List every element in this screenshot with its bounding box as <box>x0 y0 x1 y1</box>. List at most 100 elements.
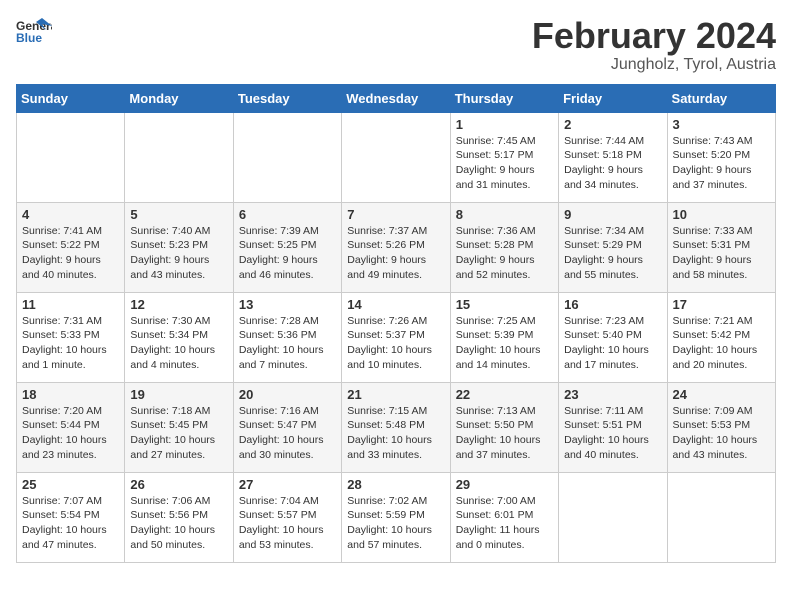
day-cell: 20 Sunrise: 7:16 AM Sunset: 5:47 PM Dayli… <box>233 382 341 472</box>
day-info: Sunrise: 7:11 AM Sunset: 5:51 PM Dayligh… <box>564 404 661 463</box>
svg-text:Blue: Blue <box>16 31 42 44</box>
column-header-monday: Monday <box>125 84 233 112</box>
day-cell: 5 Sunrise: 7:40 AM Sunset: 5:23 PM Daylig… <box>125 202 233 292</box>
day-cell: 17 Sunrise: 7:21 AM Sunset: 5:42 PM Dayli… <box>667 292 775 382</box>
header: General Blue February 2024 Jungholz, Tyr… <box>16 16 776 74</box>
day-number: 5 <box>130 207 227 222</box>
day-number: 17 <box>673 297 770 312</box>
day-number: 2 <box>564 117 661 132</box>
day-info: Sunrise: 7:36 AM Sunset: 5:28 PM Dayligh… <box>456 224 553 283</box>
week-row-0: 1 Sunrise: 7:45 AM Sunset: 5:17 PM Daylig… <box>17 112 776 202</box>
day-info: Sunrise: 7:45 AM Sunset: 5:17 PM Dayligh… <box>456 134 553 193</box>
day-info: Sunrise: 7:41 AM Sunset: 5:22 PM Dayligh… <box>22 224 119 283</box>
calendar-table: SundayMondayTuesdayWednesdayThursdayFrid… <box>16 84 776 563</box>
day-number: 22 <box>456 387 553 402</box>
column-header-thursday: Thursday <box>450 84 558 112</box>
day-number: 21 <box>347 387 444 402</box>
day-info: Sunrise: 7:21 AM Sunset: 5:42 PM Dayligh… <box>673 314 770 373</box>
day-number: 4 <box>22 207 119 222</box>
day-cell: 27 Sunrise: 7:04 AM Sunset: 5:57 PM Dayli… <box>233 472 341 562</box>
day-info: Sunrise: 7:31 AM Sunset: 5:33 PM Dayligh… <box>22 314 119 373</box>
day-cell <box>342 112 450 202</box>
day-number: 8 <box>456 207 553 222</box>
day-cell: 14 Sunrise: 7:26 AM Sunset: 5:37 PM Dayli… <box>342 292 450 382</box>
day-info: Sunrise: 7:26 AM Sunset: 5:37 PM Dayligh… <box>347 314 444 373</box>
day-info: Sunrise: 7:07 AM Sunset: 5:54 PM Dayligh… <box>22 494 119 553</box>
column-header-sunday: Sunday <box>17 84 125 112</box>
day-cell: 3 Sunrise: 7:43 AM Sunset: 5:20 PM Daylig… <box>667 112 775 202</box>
day-info: Sunrise: 7:23 AM Sunset: 5:40 PM Dayligh… <box>564 314 661 373</box>
day-number: 6 <box>239 207 336 222</box>
column-header-tuesday: Tuesday <box>233 84 341 112</box>
day-number: 10 <box>673 207 770 222</box>
day-cell: 6 Sunrise: 7:39 AM Sunset: 5:25 PM Daylig… <box>233 202 341 292</box>
day-cell: 10 Sunrise: 7:33 AM Sunset: 5:31 PM Dayli… <box>667 202 775 292</box>
day-number: 28 <box>347 477 444 492</box>
day-cell: 29 Sunrise: 7:00 AM Sunset: 6:01 PM Dayli… <box>450 472 558 562</box>
day-number: 3 <box>673 117 770 132</box>
column-header-saturday: Saturday <box>667 84 775 112</box>
day-info: Sunrise: 7:34 AM Sunset: 5:29 PM Dayligh… <box>564 224 661 283</box>
day-info: Sunrise: 7:00 AM Sunset: 6:01 PM Dayligh… <box>456 494 553 553</box>
day-cell: 8 Sunrise: 7:36 AM Sunset: 5:28 PM Daylig… <box>450 202 558 292</box>
day-number: 18 <box>22 387 119 402</box>
day-cell <box>559 472 667 562</box>
main-title: February 2024 <box>532 16 776 56</box>
day-cell: 18 Sunrise: 7:20 AM Sunset: 5:44 PM Dayli… <box>17 382 125 472</box>
logo: General Blue <box>16 16 52 44</box>
day-info: Sunrise: 7:18 AM Sunset: 5:45 PM Dayligh… <box>130 404 227 463</box>
day-cell: 11 Sunrise: 7:31 AM Sunset: 5:33 PM Dayli… <box>17 292 125 382</box>
day-number: 13 <box>239 297 336 312</box>
week-row-3: 18 Sunrise: 7:20 AM Sunset: 5:44 PM Dayli… <box>17 382 776 472</box>
day-cell: 16Sunrise: 7:23 AM Sunset: 5:40 PM Dayli… <box>559 292 667 382</box>
day-info: Sunrise: 7:02 AM Sunset: 5:59 PM Dayligh… <box>347 494 444 553</box>
day-info: Sunrise: 7:39 AM Sunset: 5:25 PM Dayligh… <box>239 224 336 283</box>
day-cell: 1 Sunrise: 7:45 AM Sunset: 5:17 PM Daylig… <box>450 112 558 202</box>
day-info: Sunrise: 7:30 AM Sunset: 5:34 PM Dayligh… <box>130 314 227 373</box>
day-cell: 24 Sunrise: 7:09 AM Sunset: 5:53 PM Dayli… <box>667 382 775 472</box>
day-info: Sunrise: 7:25 AM Sunset: 5:39 PM Dayligh… <box>456 314 553 373</box>
day-cell: 21 Sunrise: 7:15 AM Sunset: 5:48 PM Dayli… <box>342 382 450 472</box>
day-number: 1 <box>456 117 553 132</box>
day-number: 19 <box>130 387 227 402</box>
column-header-friday: Friday <box>559 84 667 112</box>
sub-title: Jungholz, Tyrol, Austria <box>532 56 776 74</box>
day-info: Sunrise: 7:09 AM Sunset: 5:53 PM Dayligh… <box>673 404 770 463</box>
day-info: Sunrise: 7:28 AM Sunset: 5:36 PM Dayligh… <box>239 314 336 373</box>
day-info: Sunrise: 7:15 AM Sunset: 5:48 PM Dayligh… <box>347 404 444 463</box>
day-cell: 9Sunrise: 7:34 AM Sunset: 5:29 PM Daylig… <box>559 202 667 292</box>
calendar-body: 1 Sunrise: 7:45 AM Sunset: 5:17 PM Daylig… <box>17 112 776 562</box>
day-number: 26 <box>130 477 227 492</box>
day-number: 11 <box>22 297 119 312</box>
day-cell <box>17 112 125 202</box>
day-number: 15 <box>456 297 553 312</box>
header-row: SundayMondayTuesdayWednesdayThursdayFrid… <box>17 84 776 112</box>
column-header-wednesday: Wednesday <box>342 84 450 112</box>
day-cell: 15 Sunrise: 7:25 AM Sunset: 5:39 PM Dayli… <box>450 292 558 382</box>
day-cell: 13 Sunrise: 7:28 AM Sunset: 5:36 PM Dayli… <box>233 292 341 382</box>
day-info: Sunrise: 7:43 AM Sunset: 5:20 PM Dayligh… <box>673 134 770 193</box>
day-info: Sunrise: 7:33 AM Sunset: 5:31 PM Dayligh… <box>673 224 770 283</box>
day-number: 29 <box>456 477 553 492</box>
day-number: 7 <box>347 207 444 222</box>
day-cell <box>125 112 233 202</box>
day-info: Sunrise: 7:04 AM Sunset: 5:57 PM Dayligh… <box>239 494 336 553</box>
calendar-header: SundayMondayTuesdayWednesdayThursdayFrid… <box>17 84 776 112</box>
day-info: Sunrise: 7:20 AM Sunset: 5:44 PM Dayligh… <box>22 404 119 463</box>
day-info: Sunrise: 7:13 AM Sunset: 5:50 PM Dayligh… <box>456 404 553 463</box>
day-number: 20 <box>239 387 336 402</box>
day-cell: 25Sunrise: 7:07 AM Sunset: 5:54 PM Dayli… <box>17 472 125 562</box>
day-cell <box>667 472 775 562</box>
day-cell: 23 Sunrise: 7:11 AM Sunset: 5:51 PM Dayli… <box>559 382 667 472</box>
day-info: Sunrise: 7:40 AM Sunset: 5:23 PM Dayligh… <box>130 224 227 283</box>
day-info: Sunrise: 7:16 AM Sunset: 5:47 PM Dayligh… <box>239 404 336 463</box>
day-number: 24 <box>673 387 770 402</box>
day-number: 14 <box>347 297 444 312</box>
day-number: 23 <box>564 387 661 402</box>
day-info: Sunrise: 7:06 AM Sunset: 5:56 PM Dayligh… <box>130 494 227 553</box>
day-number: 12 <box>130 297 227 312</box>
day-cell: 22 Sunrise: 7:13 AM Sunset: 5:50 PM Dayli… <box>450 382 558 472</box>
day-number: 27 <box>239 477 336 492</box>
day-cell: 2Sunrise: 7:44 AM Sunset: 5:18 PM Daylig… <box>559 112 667 202</box>
week-row-2: 11 Sunrise: 7:31 AM Sunset: 5:33 PM Dayli… <box>17 292 776 382</box>
